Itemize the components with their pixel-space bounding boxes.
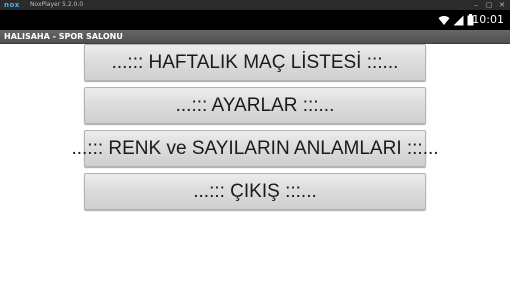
status-icons (438, 14, 474, 26)
minimize-icon[interactable]: – (472, 1, 480, 9)
maximize-icon[interactable]: ▢ (485, 1, 493, 9)
app-title: HALISAHA - SPOR SALONU (4, 32, 123, 41)
settings-button[interactable]: ...::: AYARLAR :::... (84, 87, 426, 124)
close-icon[interactable]: ✕ (498, 1, 506, 9)
app-action-bar: HALISAHA - SPOR SALONU (0, 30, 510, 44)
window-controls: – ▢ ✕ (472, 1, 506, 9)
color-number-meanings-button[interactable]: ...::: RENK ve SAYILARIN ANLAMLARI :::..… (71, 130, 439, 167)
android-status-bar: 10:01 (0, 10, 510, 30)
emulator-window-title: NoxPlayer 5.2.0.0 (30, 1, 84, 8)
clock: 10:01 (472, 13, 504, 26)
emulator-title-bar: nox NoxPlayer 5.2.0.0 – ▢ ✕ (0, 0, 510, 10)
exit-button[interactable]: ...::: ÇIKIŞ :::... (84, 173, 426, 210)
weekly-match-list-button[interactable]: ...::: HAFTALIK MAÇ LİSTESİ :::... (84, 44, 426, 81)
nox-logo: nox (4, 1, 20, 9)
wifi-icon (438, 15, 450, 25)
signal-icon (453, 15, 464, 25)
